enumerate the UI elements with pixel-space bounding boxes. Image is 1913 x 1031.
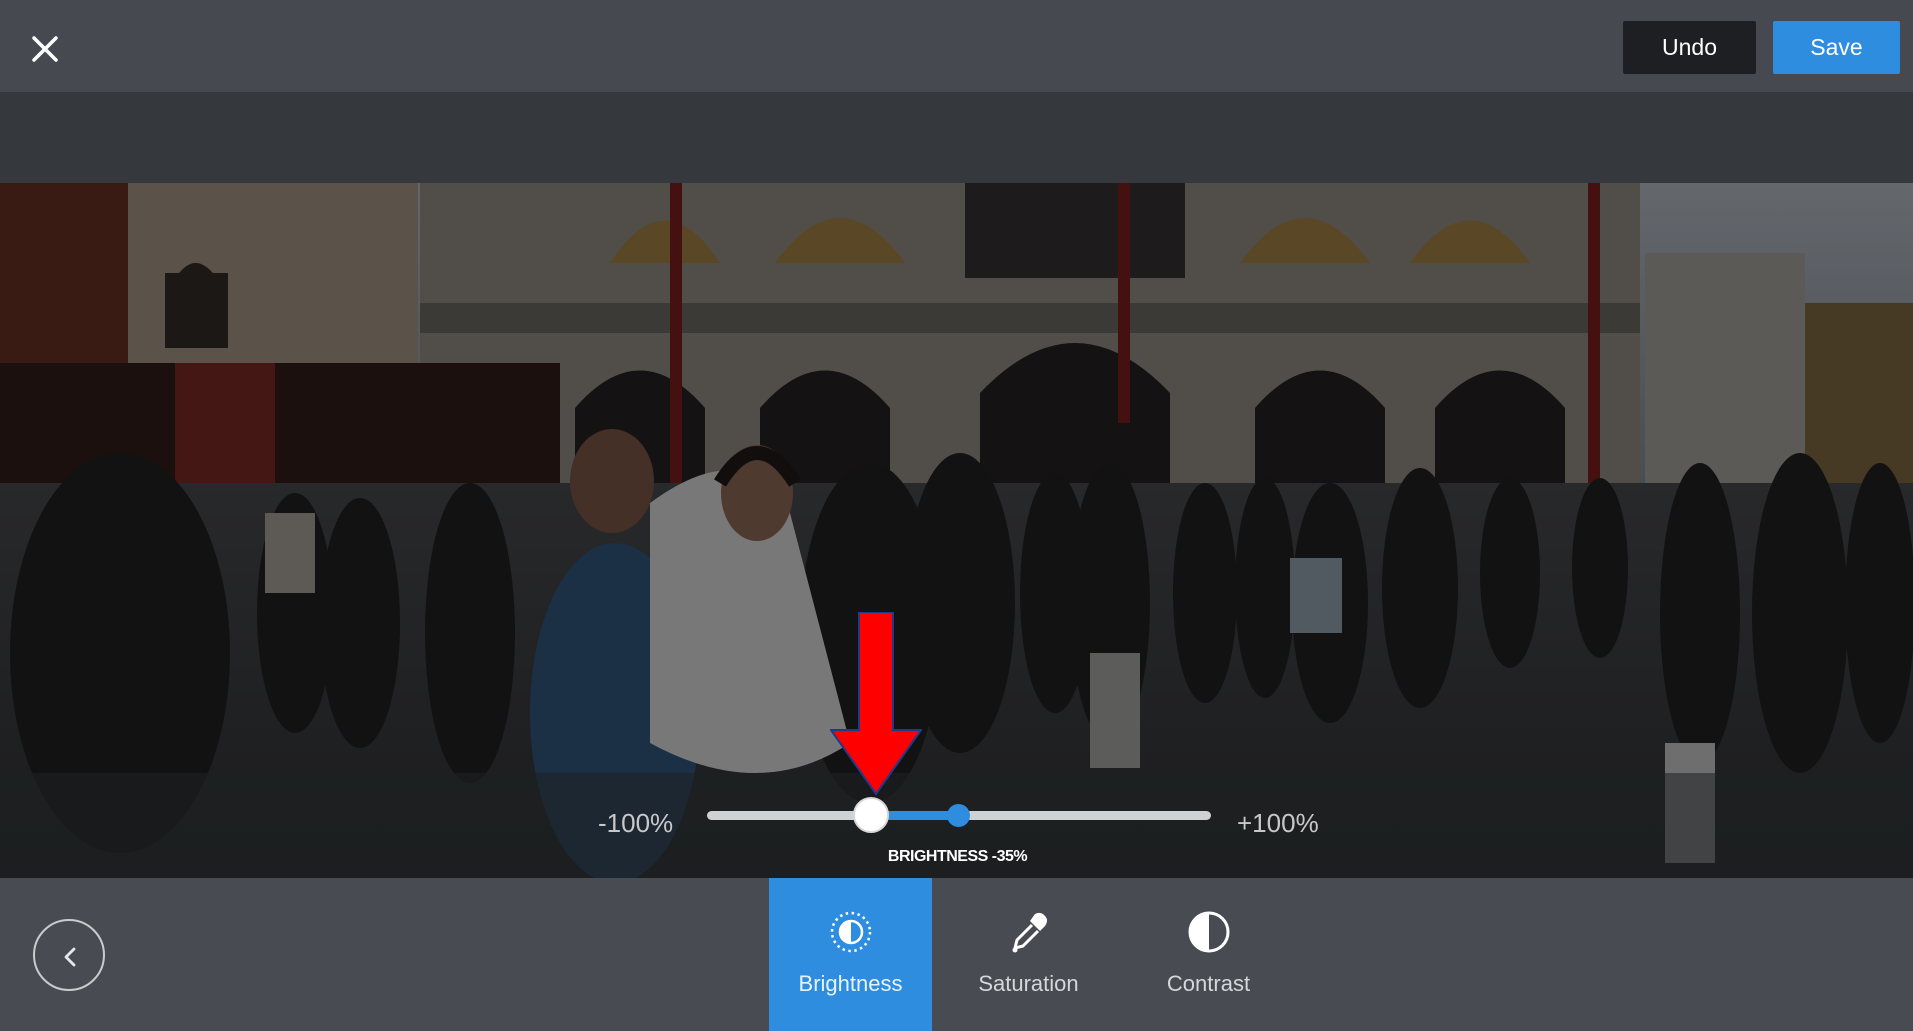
brightness-slider-thumb[interactable]	[852, 797, 889, 833]
slider-value-caption: BRIGHTNESS -35%	[887, 848, 1028, 865]
annotation-arrow-icon	[830, 612, 922, 796]
canvas-margin	[0, 92, 1913, 183]
save-button[interactable]: Save	[1773, 21, 1900, 74]
tool-saturation[interactable]: Saturation	[947, 878, 1110, 1031]
tool-brightness[interactable]: Brightness	[769, 878, 932, 1031]
slider-center-marker	[947, 804, 970, 827]
tool-label: Saturation	[978, 971, 1079, 996]
back-button[interactable]	[33, 919, 105, 991]
undo-button[interactable]: Undo	[1623, 21, 1756, 74]
brightness-icon	[830, 911, 872, 953]
chevron-left-icon	[64, 947, 76, 967]
contrast-icon	[1188, 911, 1230, 953]
close-icon	[32, 36, 58, 62]
tool-label: Contrast	[1166, 971, 1251, 996]
close-button[interactable]	[22, 26, 68, 72]
slider-max-label: +100%	[1237, 808, 1319, 838]
top-toolbar: Undo Save	[0, 0, 1913, 92]
eyedropper-icon	[1012, 912, 1047, 953]
slider-min-label: -100%	[598, 808, 674, 838]
tool-label: Brightness	[798, 971, 903, 996]
photo-editor: Undo Save -100% +100% BRIGHTNESS -35% Br…	[0, 0, 1913, 1031]
tool-contrast[interactable]: Contrast	[1127, 878, 1290, 1031]
